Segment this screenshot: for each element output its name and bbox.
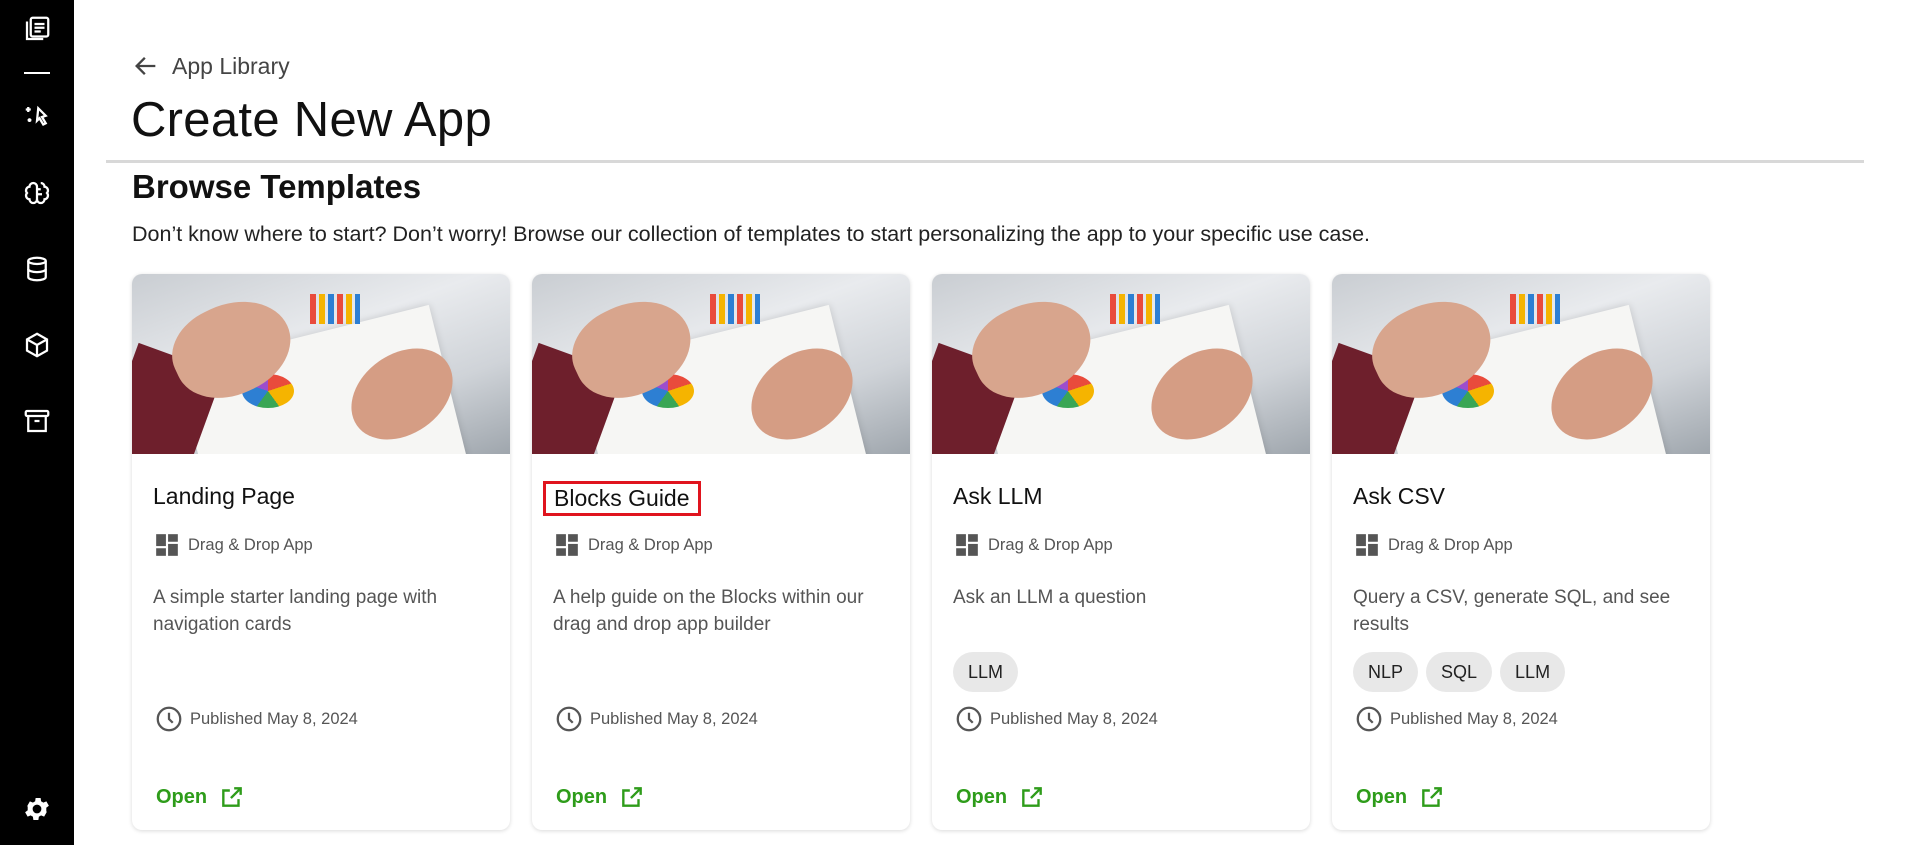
published-label: Published May 8, 2024 — [990, 709, 1158, 728]
template-title: Landing Page — [153, 483, 295, 509]
published-label: Published May 8, 2024 — [1390, 709, 1558, 728]
brain-icon[interactable] — [13, 169, 61, 217]
published-date: Published May 8, 2024 — [1354, 704, 1558, 734]
open-label: Open — [1356, 785, 1408, 808]
gear-icon[interactable] — [13, 785, 61, 833]
published-date: Published May 8, 2024 — [154, 704, 358, 734]
template-type: Drag & Drop App — [554, 532, 713, 558]
template-thumbnail — [1332, 274, 1710, 454]
template-thumbnail — [532, 274, 910, 454]
open-button[interactable]: Open — [156, 784, 245, 810]
open-button[interactable]: Open — [1356, 784, 1445, 810]
template-title: Blocks Guide — [543, 481, 701, 516]
template-description: A help guide on the Blocks within our dr… — [553, 587, 864, 635]
clock-icon — [956, 706, 982, 732]
template-thumbnail — [932, 274, 1310, 454]
breadcrumb-label: App Library — [172, 52, 290, 79]
archive-icon[interactable] — [13, 397, 61, 445]
header-divider — [106, 160, 1864, 163]
template-tags: LLM — [953, 652, 1019, 692]
section-title: Browse Templates — [132, 168, 422, 205]
template-description: A simple starter landing page with navig… — [153, 587, 438, 635]
template-description: Query a CSV, generate SQL, and see resul… — [1353, 587, 1671, 635]
template-card[interactable]: Blocks Guide Drag & Drop App A help guid… — [532, 274, 910, 830]
template-tags: NLP SQL LLM — [1353, 652, 1566, 692]
external-link-icon — [1422, 787, 1442, 807]
published-date: Published May 8, 2024 — [954, 704, 1158, 734]
open-label: Open — [556, 785, 608, 808]
template-type: Drag & Drop App — [954, 532, 1113, 558]
template-type: Drag & Drop App — [1354, 532, 1513, 558]
published-label: Published May 8, 2024 — [190, 709, 358, 728]
external-link-icon — [222, 787, 242, 807]
template-cards: Landing Page Drag & Drop App A simple st… — [132, 274, 1710, 830]
template-card[interactable]: Ask CSV Drag & Drop App Query a CSV, gen… — [1332, 274, 1710, 830]
clock-icon — [156, 706, 182, 732]
main-content: App Library Create New App Browse Templa… — [74, 0, 1909, 845]
external-link-icon — [1022, 787, 1042, 807]
template-card[interactable]: Landing Page Drag & Drop App A simple st… — [132, 274, 510, 830]
sidebar — [0, 0, 74, 845]
published-date: Published May 8, 2024 — [554, 704, 758, 734]
template-type-label: Drag & Drop App — [188, 535, 313, 554]
external-link-icon — [622, 787, 642, 807]
tag-chip: NLP — [1353, 652, 1419, 692]
database-icon[interactable] — [13, 245, 61, 293]
open-label: Open — [156, 785, 208, 808]
template-title: Ask LLM — [953, 483, 1043, 509]
tag-chip: LLM — [1500, 652, 1566, 692]
dashboard-icon — [556, 534, 578, 556]
sparkle-cursor-icon[interactable] — [13, 93, 61, 141]
dashboard-icon — [1356, 534, 1378, 556]
template-card[interactable]: Ask LLM Drag & Drop App Ask an LLM a que… — [932, 274, 1310, 830]
library-icon[interactable] — [13, 5, 61, 53]
clock-icon — [1356, 706, 1382, 732]
template-type-label: Drag & Drop App — [988, 535, 1113, 554]
dashboard-icon — [156, 534, 178, 556]
template-title: Ask CSV — [1353, 483, 1446, 509]
published-label: Published May 8, 2024 — [590, 709, 758, 728]
open-label: Open — [956, 785, 1008, 808]
template-type: Drag & Drop App — [154, 532, 313, 558]
template-type-label: Drag & Drop App — [588, 535, 713, 554]
template-description: Ask an LLM a question — [953, 587, 1147, 608]
cube-icon[interactable] — [13, 321, 61, 369]
section-description: Don’t know where to start? Don’t worry! … — [132, 222, 1371, 246]
template-thumbnail — [132, 274, 510, 454]
dashboard-icon — [956, 534, 978, 556]
clock-icon — [556, 706, 582, 732]
arrow-left-icon — [135, 57, 156, 75]
sidebar-divider — [24, 72, 50, 74]
template-type-label: Drag & Drop App — [1388, 535, 1513, 554]
tag-chip: SQL — [1426, 652, 1493, 692]
back-to-app-library[interactable]: App Library — [132, 52, 290, 80]
tag-chip: LLM — [953, 652, 1019, 692]
open-button[interactable]: Open — [556, 784, 645, 810]
page-title: Create New App — [131, 93, 493, 147]
open-button[interactable]: Open — [956, 784, 1045, 810]
